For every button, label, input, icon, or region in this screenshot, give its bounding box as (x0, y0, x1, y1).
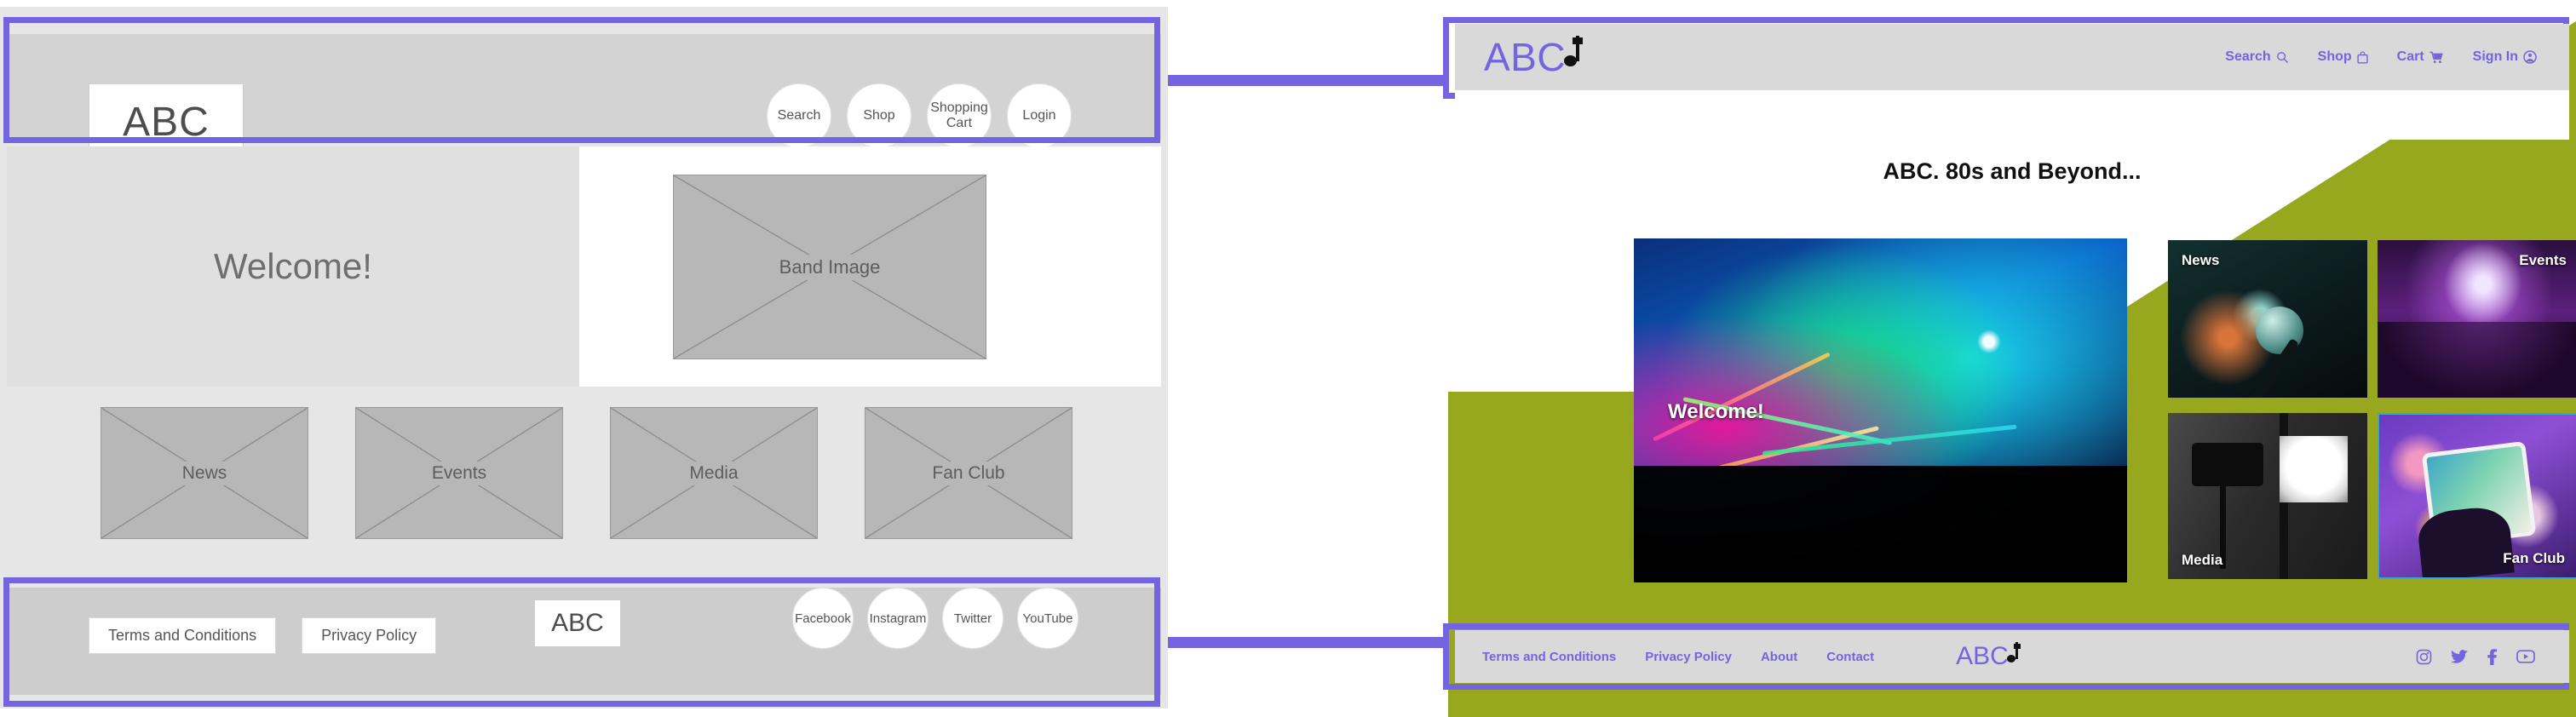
mockup-nav-sign-in[interactable]: Sign In (2473, 49, 2537, 65)
mockup-tile-media[interactable]: Media (2168, 413, 2367, 579)
user-account-icon (2523, 50, 2537, 64)
wireframe-nav-shop[interactable]: Shop (847, 83, 911, 148)
search-icon (2276, 51, 2288, 63)
shopping-cart-icon (2429, 51, 2443, 63)
wireframe-footer-buttons: Terms and Conditions Privacy Policy (89, 617, 437, 654)
mockup-hero-white-band (1455, 90, 2569, 140)
wireframe-panel: ABC Search Shop Shopping Cart Login Welc… (0, 0, 1168, 717)
mockup-tile-media-label: Media (2182, 552, 2223, 568)
wireframe-social-youtube[interactable]: YouTube (1017, 588, 1078, 649)
wireframe-nav-search[interactable]: Search (767, 83, 831, 148)
mockup-logo-text: ABC (1484, 35, 1567, 79)
wireframe-footer-socials: Facebook Instagram Twitter YouTube (792, 588, 1078, 649)
mockup-footer-link-privacy[interactable]: Privacy Policy (1645, 650, 1732, 664)
wireframe-card-row: News Events Media Fan Club (101, 407, 1072, 539)
mockup-tile-events-label: Events (2519, 252, 2567, 268)
music-note-icon (1564, 36, 1584, 66)
wireframe-welcome-text: Welcome! (214, 246, 372, 286)
wireframe-nav-shopping-cart[interactable]: Shopping Cart (927, 83, 992, 148)
wireframe-card-media[interactable]: Media (610, 407, 818, 539)
mockup-footer-link-contact[interactable]: Contact (1826, 650, 1874, 664)
wireframe-social-twitter[interactable]: Twitter (942, 588, 1003, 649)
mockup-footer-link-about[interactable]: About (1761, 650, 1797, 664)
mockup-nav-cart-label: Cart (2396, 49, 2424, 64)
wireframe-header: ABC Search Shop Shopping Cart Login (7, 34, 1161, 160)
mockup-nav-shop[interactable]: Shop (2318, 49, 2368, 65)
wireframe-privacy-button[interactable]: Privacy Policy (302, 617, 437, 654)
mockup-footer: Terms and Conditions Privacy Policy Abou… (1455, 630, 2569, 683)
wireframe-nav-login[interactable]: Login (1007, 83, 1072, 148)
wireframe-footer-logo[interactable]: ABC (535, 600, 620, 646)
comparison-canvas: ABC Search Shop Shopping Cart Login Welc… (0, 0, 2576, 717)
wireframe-card-events-label: Events (424, 461, 494, 485)
mockup-panel: ABC Search Shop Cart Sign In ABC. 80s an… (1448, 0, 2576, 717)
wireframe-social-facebook[interactable]: Facebook (792, 588, 854, 649)
footer-mapping-arrow (1168, 622, 1480, 662)
wireframe-nav: Search Shop Shopping Cart Login (767, 83, 1072, 148)
wireframe-social-instagram[interactable]: Instagram (867, 588, 929, 649)
mockup-tile-welcome[interactable]: Welcome! (1634, 238, 2127, 582)
mockup-tile-news[interactable]: News (2168, 240, 2367, 398)
mockup-nav-sign-in-label: Sign In (2472, 49, 2518, 64)
mockup-nav: Search Shop Cart Sign In (2225, 49, 2537, 65)
wireframe-card-fan-club-label: Fan Club (925, 461, 1012, 485)
mockup-header: ABC Search Shop Cart Sign In (1455, 24, 2569, 90)
music-note-icon (2006, 642, 2021, 663)
mockup-footer-logo[interactable]: ABC (1956, 642, 2021, 670)
mockup-nav-search-label: Search (2225, 49, 2271, 64)
mockup-nav-cart[interactable]: Cart (2397, 49, 2444, 65)
shopping-bag-icon (2357, 50, 2368, 64)
wireframe-card-fan-club[interactable]: Fan Club (865, 407, 1072, 539)
mockup-page-title: ABC. 80s and Beyond... (1883, 158, 2142, 184)
twitter-icon[interactable] (2451, 649, 2469, 665)
wireframe-band-image-placeholder[interactable]: Band Image (673, 175, 986, 359)
instagram-icon[interactable] (2416, 649, 2432, 665)
wireframe-hero-section: Welcome! (7, 146, 1161, 387)
mockup-logo[interactable]: ABC (1484, 35, 1584, 79)
mockup-nav-shop-label: Shop (2317, 49, 2352, 64)
mockup-footer-socials (2416, 648, 2535, 665)
youtube-icon[interactable] (2516, 649, 2535, 664)
mockup-footer-logo-text: ABC (1956, 642, 2009, 670)
wireframe-card-media-label: Media (682, 461, 745, 485)
wireframe-cards-section: News Events Media Fan Club (7, 387, 1161, 582)
wireframe-band-image-label: Band Image (772, 254, 888, 280)
mockup-tile-fan-club-label: Fan Club (2503, 550, 2565, 566)
mockup-tile-news-label: News (2182, 252, 2220, 268)
wireframe-card-news-label: News (175, 461, 234, 485)
mockup-footer-link-terms[interactable]: Terms and Conditions (1482, 650, 1616, 664)
wireframe-terms-button[interactable]: Terms and Conditions (89, 617, 277, 654)
mockup-tile-fan-club[interactable]: Fan Club (2378, 413, 2576, 579)
mockup-nav-search[interactable]: Search (2225, 49, 2288, 65)
facebook-icon[interactable] (2487, 648, 2498, 665)
header-mapping-arrow (1168, 60, 1480, 100)
mockup-tile-welcome-label: Welcome! (1668, 400, 1764, 423)
wireframe-card-news[interactable]: News (101, 407, 308, 539)
wireframe-card-events[interactable]: Events (355, 407, 563, 539)
mockup-tile-events[interactable]: Events (2378, 240, 2576, 398)
